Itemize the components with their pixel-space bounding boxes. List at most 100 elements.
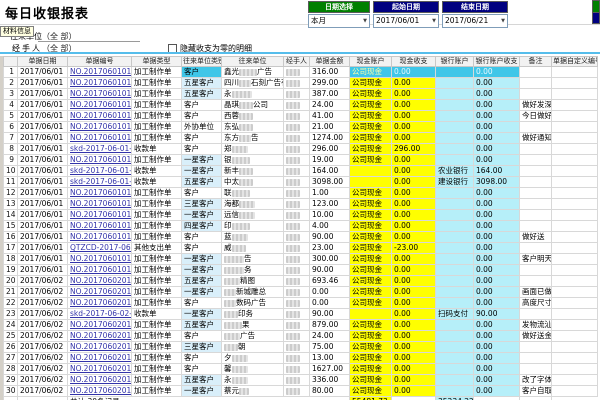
table-row[interactable]: 302017/06/02NO.201706020111加工制作单一星客户蔡元80… (4, 386, 598, 397)
table-row[interactable]: 162017/06/01NO.201706010113加工制作单客户蓝90.00… (4, 232, 598, 243)
doc-no-link[interactable]: NO.201706010112 (70, 221, 132, 230)
period-select-dropdown[interactable]: 本月 ▼ (308, 14, 370, 28)
doc-no-link[interactable]: NO.201706010105 (70, 111, 132, 120)
start-date-dropdown[interactable]: 2017/06/01 ▼ (373, 14, 439, 28)
doc-no-link[interactable]: NO.201706020101 (70, 276, 132, 285)
cell-doc-no[interactable]: NO.201706010106 (68, 122, 132, 133)
cell-doc-no[interactable]: NO.201706020110 (68, 375, 132, 386)
doc-no-link[interactable]: NO.201706020111 (70, 386, 132, 395)
doc-no-link[interactable]: NO.201706010106 (70, 122, 132, 131)
table-row[interactable]: 262017/06/02NO.201706020107加工制作单三星客户朝75.… (4, 342, 598, 353)
table-row[interactable]: 202017/06/02NO.201706020101加工制作单五星客户精图69… (4, 276, 598, 287)
table-row[interactable]: 172017/06/01QTZCD-2017-06-01-0001其他支出单客户… (4, 243, 598, 254)
column-header-doc-date[interactable]: 单据日期 (18, 57, 68, 67)
cell-doc-no[interactable]: NO.201706020105 (68, 320, 132, 331)
cell-doc-no[interactable]: QTZCD-2017-06-01-0001 (68, 243, 132, 254)
cell-doc-no[interactable]: NO.201706020101 (68, 276, 132, 287)
end-date-dropdown[interactable]: 2017/06/21 ▼ (442, 14, 508, 28)
table-row[interactable]: 22017/06/01NO.201706010102加工制作单五星客户四川石刻广… (4, 78, 598, 89)
cell-doc-no[interactable]: NO.201706010108 (68, 155, 132, 166)
doc-no-link[interactable]: NO.201706010110 (70, 199, 132, 208)
doc-no-link[interactable]: NO.201706020106 (70, 331, 132, 340)
cell-doc-no[interactable]: skd-2017-06-01-0102 (68, 166, 132, 177)
cell-doc-no[interactable]: NO.201706010111 (68, 210, 132, 221)
column-header-handler[interactable]: 经手人 (284, 57, 310, 67)
column-header-bank-account[interactable]: 银行账户 (436, 57, 474, 67)
column-header-doc-type[interactable]: 单据类型 (132, 57, 182, 67)
cell-doc-no[interactable]: NO.201706020106 (68, 331, 132, 342)
doc-no-link[interactable]: NO.201706020107 (70, 342, 132, 351)
table-row[interactable]: 282017/06/02NO.201706020109加工制作单客户馨1627.… (4, 364, 598, 375)
cell-doc-no[interactable]: NO.201706010112 (68, 221, 132, 232)
table-row[interactable]: 32017/06/01NO.201706010103加工制作单五星客户永387.… (4, 89, 598, 100)
table-row[interactable]: 102017/06/01skd-2017-06-01-0102收款单一星客户新丰… (4, 166, 598, 177)
doc-no-link[interactable]: NO.201706020109 (70, 364, 132, 373)
cell-doc-no[interactable]: NO.201706020107 (68, 342, 132, 353)
cell-doc-no[interactable]: NO.201706020103 (68, 298, 132, 309)
doc-no-link[interactable]: NO.201706010102 (70, 78, 132, 87)
table-row[interactable]: 42017/06/01NO.201706010104加工制作单客户晶琪公司24.… (4, 100, 598, 111)
table-row[interactable]: 92017/06/01NO.201706010108加工制作单一星客户银19.0… (4, 155, 598, 166)
table-row[interactable]: 112017/06/01skd-2017-06-01-0103收款单五星客户中太… (4, 177, 598, 188)
doc-no-link[interactable]: skd-2017-06-01-0101 (70, 144, 132, 153)
table-row[interactable]: 122017/06/01NO.201706010109加工制作单客户联1.00公… (4, 188, 598, 199)
cell-doc-no[interactable]: NO.201706010104 (68, 100, 132, 111)
cell-doc-no[interactable]: NO.201706010102 (68, 78, 132, 89)
table-row[interactable]: 222017/06/02NO.201706020103加工制作单客户数码广告0.… (4, 298, 598, 309)
table-row[interactable]: 242017/06/02NO.201706020105加工制作单五星客户果879… (4, 320, 598, 331)
table-row[interactable]: 192017/06/01NO.201706010115加工制作单一星客户务90.… (4, 265, 598, 276)
column-header-doc-amount[interactable]: 单据金额 (310, 57, 350, 67)
table-row[interactable]: 212017/06/02NO.201706020102加工制作单一星客户新城雕总… (4, 287, 598, 298)
table-row[interactable]: 272017/06/02NO.201706020108加工制作单客户夕13.00… (4, 353, 598, 364)
column-header-cash-account[interactable]: 现金账户 (350, 57, 392, 67)
table-row[interactable]: 252017/06/02NO.201706020106加工制作单客户广告24.0… (4, 331, 598, 342)
table-row[interactable]: 72017/06/01NO.201706010107加工制作单客户东方告1274… (4, 133, 598, 144)
doc-no-link[interactable]: skd-2017-06-02-0101 (70, 309, 132, 318)
table-row[interactable]: 232017/06/02skd-2017-06-02-0101收款单一星客户印务… (4, 309, 598, 320)
table-row[interactable]: 132017/06/01NO.201706010110加工制作单三星客户海都12… (4, 199, 598, 210)
doc-no-link[interactable]: skd-2017-06-01-0102 (70, 166, 132, 175)
cell-doc-no[interactable]: NO.201706010110 (68, 199, 132, 210)
doc-no-link[interactable]: NO.201706010107 (70, 133, 132, 142)
cell-doc-no[interactable]: NO.201706020111 (68, 386, 132, 397)
doc-no-link[interactable]: NO.201706020110 (70, 375, 132, 384)
doc-no-link[interactable]: NO.201706010111 (70, 210, 132, 219)
doc-no-link[interactable]: NO.201706020102 (70, 287, 132, 296)
column-header-party-category[interactable]: 往来单位类别 (182, 57, 222, 67)
cell-doc-no[interactable]: skd-2017-06-01-0101 (68, 144, 132, 155)
doc-no-link[interactable]: NO.201706010103 (70, 89, 132, 98)
table-row[interactable]: 142017/06/01NO.201706010111加工制作单一星客户远信10… (4, 210, 598, 221)
cell-doc-no[interactable]: NO.201706010105 (68, 111, 132, 122)
column-header-bank-flow[interactable]: 银行账户收支 (474, 57, 520, 67)
doc-no-link[interactable]: NO.201706010115 (70, 265, 132, 274)
doc-no-link[interactable]: NO.201706020105 (70, 320, 132, 329)
table-row[interactable]: 12017/06/01NO.201706010101加工制作单客户鑫光广告316… (4, 67, 598, 78)
cell-doc-no[interactable]: NO.201706010107 (68, 133, 132, 144)
column-header-party[interactable]: 往来单位 (222, 57, 284, 67)
cell-doc-no[interactable]: NO.201706020102 (68, 287, 132, 298)
cell-doc-no[interactable]: skd-2017-06-01-0103 (68, 177, 132, 188)
cell-doc-no[interactable]: NO.201706010113 (68, 232, 132, 243)
cell-doc-no[interactable]: NO.201706010114 (68, 254, 132, 265)
doc-no-link[interactable]: NO.201706010104 (70, 100, 132, 109)
column-header-doc-no[interactable]: 单据编号 (68, 57, 132, 67)
table-row[interactable]: 52017/06/01NO.201706010105加工制作单客户西蓉41.00… (4, 111, 598, 122)
cell-doc-no[interactable]: NO.201706010115 (68, 265, 132, 276)
doc-no-link[interactable]: NO.201706010101 (70, 67, 132, 76)
column-header-custom-no[interactable]: 单据自定义编号 (552, 57, 598, 67)
column-header-remark[interactable]: 备注 (520, 57, 552, 67)
doc-no-link[interactable]: NO.201706010109 (70, 188, 132, 197)
column-header-cash-flow[interactable]: 现金收支 (392, 57, 436, 67)
table-row[interactable]: 152017/06/01NO.201706010112加工制作单四星客户印4.0… (4, 221, 598, 232)
cell-doc-no[interactable]: NO.201706020109 (68, 364, 132, 375)
doc-no-link[interactable]: NO.201706010113 (70, 232, 132, 241)
column-header-row-number[interactable] (4, 57, 18, 67)
doc-no-link[interactable]: NO.201706020103 (70, 298, 132, 307)
doc-no-link[interactable]: NO.201706010114 (70, 254, 132, 263)
cell-doc-no[interactable]: NO.201706010103 (68, 89, 132, 100)
doc-no-link[interactable]: QTZCD-2017-06-01-0001 (70, 243, 132, 252)
table-row[interactable]: 82017/06/01skd-2017-06-01-0101收款单客户郑296.… (4, 144, 598, 155)
cell-doc-no[interactable]: NO.201706020108 (68, 353, 132, 364)
table-row[interactable]: 182017/06/01NO.201706010114加工制作单一星客户告300… (4, 254, 598, 265)
cell-doc-no[interactable]: NO.201706010101 (68, 67, 132, 78)
